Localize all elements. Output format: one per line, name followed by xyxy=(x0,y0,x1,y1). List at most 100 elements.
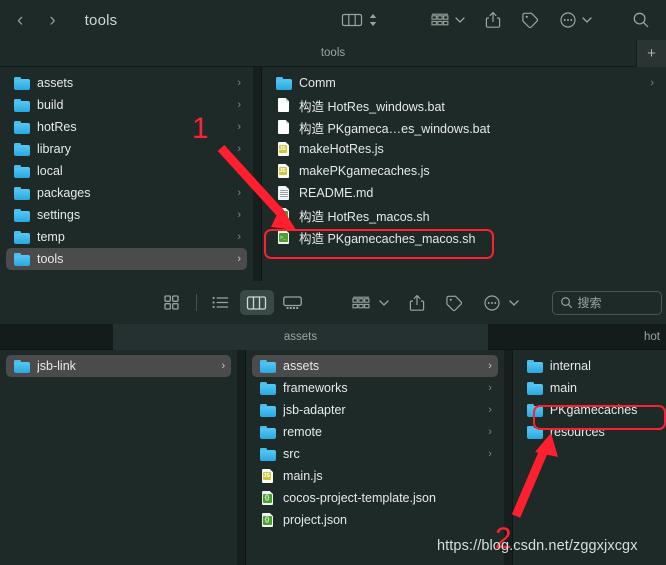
list-item[interactable]: main xyxy=(519,377,660,399)
folder-icon xyxy=(14,358,30,374)
js-file-icon xyxy=(260,468,276,484)
group-chevron-icon[interactable] xyxy=(454,15,466,25)
list-item[interactable]: remote › xyxy=(252,421,498,443)
list-item[interactable]: main.js xyxy=(252,465,498,487)
list-item[interactable]: makePKgamecaches.js xyxy=(268,160,660,182)
top-column-2-list: Comm › 构造 HotRes_windows.bat 构造 PKgameca…es… xyxy=(262,67,666,248)
top-window-columns: assets › build › hotRes › library › local › packag… xyxy=(0,67,666,281)
list-item[interactable]: README.md xyxy=(268,182,660,204)
share-icon[interactable] xyxy=(408,293,426,313)
list-item[interactable]: PKgamecaches xyxy=(519,399,660,421)
bottom-toolbar-actions xyxy=(350,293,520,313)
list-item[interactable]: local › xyxy=(6,160,247,182)
bottom-column-1-scrollbar[interactable] xyxy=(237,350,246,565)
tab-left[interactable] xyxy=(0,324,113,350)
back-button[interactable]: ‹ xyxy=(17,11,23,30)
list-item[interactable]: tools › xyxy=(6,248,247,270)
list-item[interactable]: project.json xyxy=(252,509,498,531)
list-item-label: 构造 HotRes_windows.bat xyxy=(299,99,445,114)
folder-icon xyxy=(14,97,30,113)
list-item[interactable]: makeHotRes.js xyxy=(268,138,660,160)
bottom-column-1[interactable]: jsb-link › xyxy=(0,350,238,565)
screenshot-root: ‹ › tools tools + assets › build › hotRe… xyxy=(0,0,666,565)
list-item[interactable]: src › xyxy=(252,443,498,465)
list-item[interactable]: settings › xyxy=(6,204,247,226)
list-item[interactable]: hotRes › xyxy=(6,116,247,138)
more-actions-icon[interactable] xyxy=(558,10,578,30)
column-view-icon[interactable] xyxy=(239,290,274,315)
finder-window-bottom: 搜索 assets hot jsb-link › assets › framework… xyxy=(0,281,666,565)
folder-icon xyxy=(14,75,30,91)
list-item[interactable]: packages › xyxy=(6,182,247,204)
js-file-icon xyxy=(276,141,292,157)
folder-icon xyxy=(276,75,292,91)
view-stepper-icon[interactable] xyxy=(367,11,379,29)
window-title: tools xyxy=(84,11,118,29)
group-by-icon[interactable] xyxy=(429,11,451,29)
list-item[interactable]: cocos-project-template.json xyxy=(252,487,498,509)
tab-assets[interactable]: assets xyxy=(113,324,488,350)
chevron-right-icon: › xyxy=(237,99,241,111)
finder-window-top: ‹ › tools tools + assets › build › hotRe… xyxy=(0,0,666,281)
list-item[interactable]: internal xyxy=(519,355,660,377)
list-item-label: resources xyxy=(549,425,605,439)
list-item[interactable]: 构造 PKgameca…es_windows.bat xyxy=(268,116,660,138)
column-view-icon[interactable] xyxy=(341,12,363,28)
more-actions-icon[interactable] xyxy=(482,293,502,313)
folder-icon xyxy=(526,402,543,418)
list-item[interactable]: 构造 HotRes_windows.bat xyxy=(268,94,660,116)
gallery-view-icon[interactable] xyxy=(276,290,310,315)
icon-view-icon[interactable] xyxy=(155,290,189,315)
list-item[interactable]: assets › xyxy=(6,72,247,94)
list-item[interactable]: build › xyxy=(6,94,247,116)
list-item[interactable]: frameworks › xyxy=(252,377,498,399)
list-item[interactable]: resources xyxy=(519,421,660,443)
group-by-icon[interactable] xyxy=(350,294,372,312)
list-item[interactable]: 构造 PKgamecaches_macos.sh xyxy=(268,226,660,248)
share-icon[interactable] xyxy=(484,10,502,30)
json-icon xyxy=(260,490,276,506)
list-view-icon[interactable] xyxy=(204,290,238,315)
tag-icon[interactable] xyxy=(444,293,464,313)
list-item[interactable]: assets › xyxy=(252,355,498,377)
chevron-right-icon: › xyxy=(488,382,492,394)
list-item[interactable]: temp › xyxy=(6,226,247,248)
list-item-label: build xyxy=(37,98,64,112)
tab-tools[interactable]: tools xyxy=(321,47,345,59)
top-column-1-list: assets › build › hotRes › library › local › packag… xyxy=(0,67,253,270)
bottom-column-3[interactable]: internal main PKgamecaches resources xyxy=(512,350,666,565)
list-item[interactable]: jsb-link › xyxy=(6,355,232,377)
list-item-label: src xyxy=(283,447,300,461)
top-column-2[interactable]: Comm › 构造 HotRes_windows.bat 构造 PKgameca…es… xyxy=(262,67,666,281)
list-item-label: jsb-adapter xyxy=(283,403,346,417)
folder-icon xyxy=(14,229,30,245)
list-item[interactable]: library › xyxy=(6,138,247,160)
top-column-1-scrollbar[interactable] xyxy=(253,67,261,281)
more-chevron-icon[interactable] xyxy=(581,15,593,25)
list-item[interactable]: 构造 HotRes_macos.sh xyxy=(268,204,660,226)
bottom-column-2-scrollbar[interactable] xyxy=(503,350,512,565)
search-icon[interactable] xyxy=(631,10,651,30)
tag-icon[interactable] xyxy=(520,10,540,30)
new-tab-button[interactable]: + xyxy=(636,40,666,67)
js-file-icon xyxy=(276,163,292,179)
top-window-tabbar: tools xyxy=(0,40,666,67)
forward-button[interactable]: › xyxy=(49,11,55,30)
tab-hotres[interactable]: hot xyxy=(488,324,666,350)
more-chevron-icon[interactable] xyxy=(508,298,520,308)
folder-icon xyxy=(260,358,277,374)
search-icon xyxy=(560,296,573,309)
folder-icon xyxy=(526,380,543,396)
list-item-label: settings xyxy=(37,208,81,222)
list-item[interactable]: Comm › xyxy=(268,72,660,94)
top-column-1[interactable]: assets › build › hotRes › library › local › packag… xyxy=(0,67,253,281)
list-item[interactable]: jsb-adapter › xyxy=(252,399,498,421)
search-input[interactable]: 搜索 xyxy=(551,290,662,315)
bottom-column-2[interactable]: assets › frameworks › jsb-adapter › remote › src… xyxy=(246,350,504,565)
document-icon xyxy=(276,119,292,135)
list-item-label: cocos-project-template.json xyxy=(283,491,436,505)
document-icon xyxy=(276,97,292,113)
folder-icon xyxy=(260,380,277,396)
group-chevron-icon[interactable] xyxy=(378,298,390,308)
top-toolbar-icons xyxy=(341,10,666,30)
